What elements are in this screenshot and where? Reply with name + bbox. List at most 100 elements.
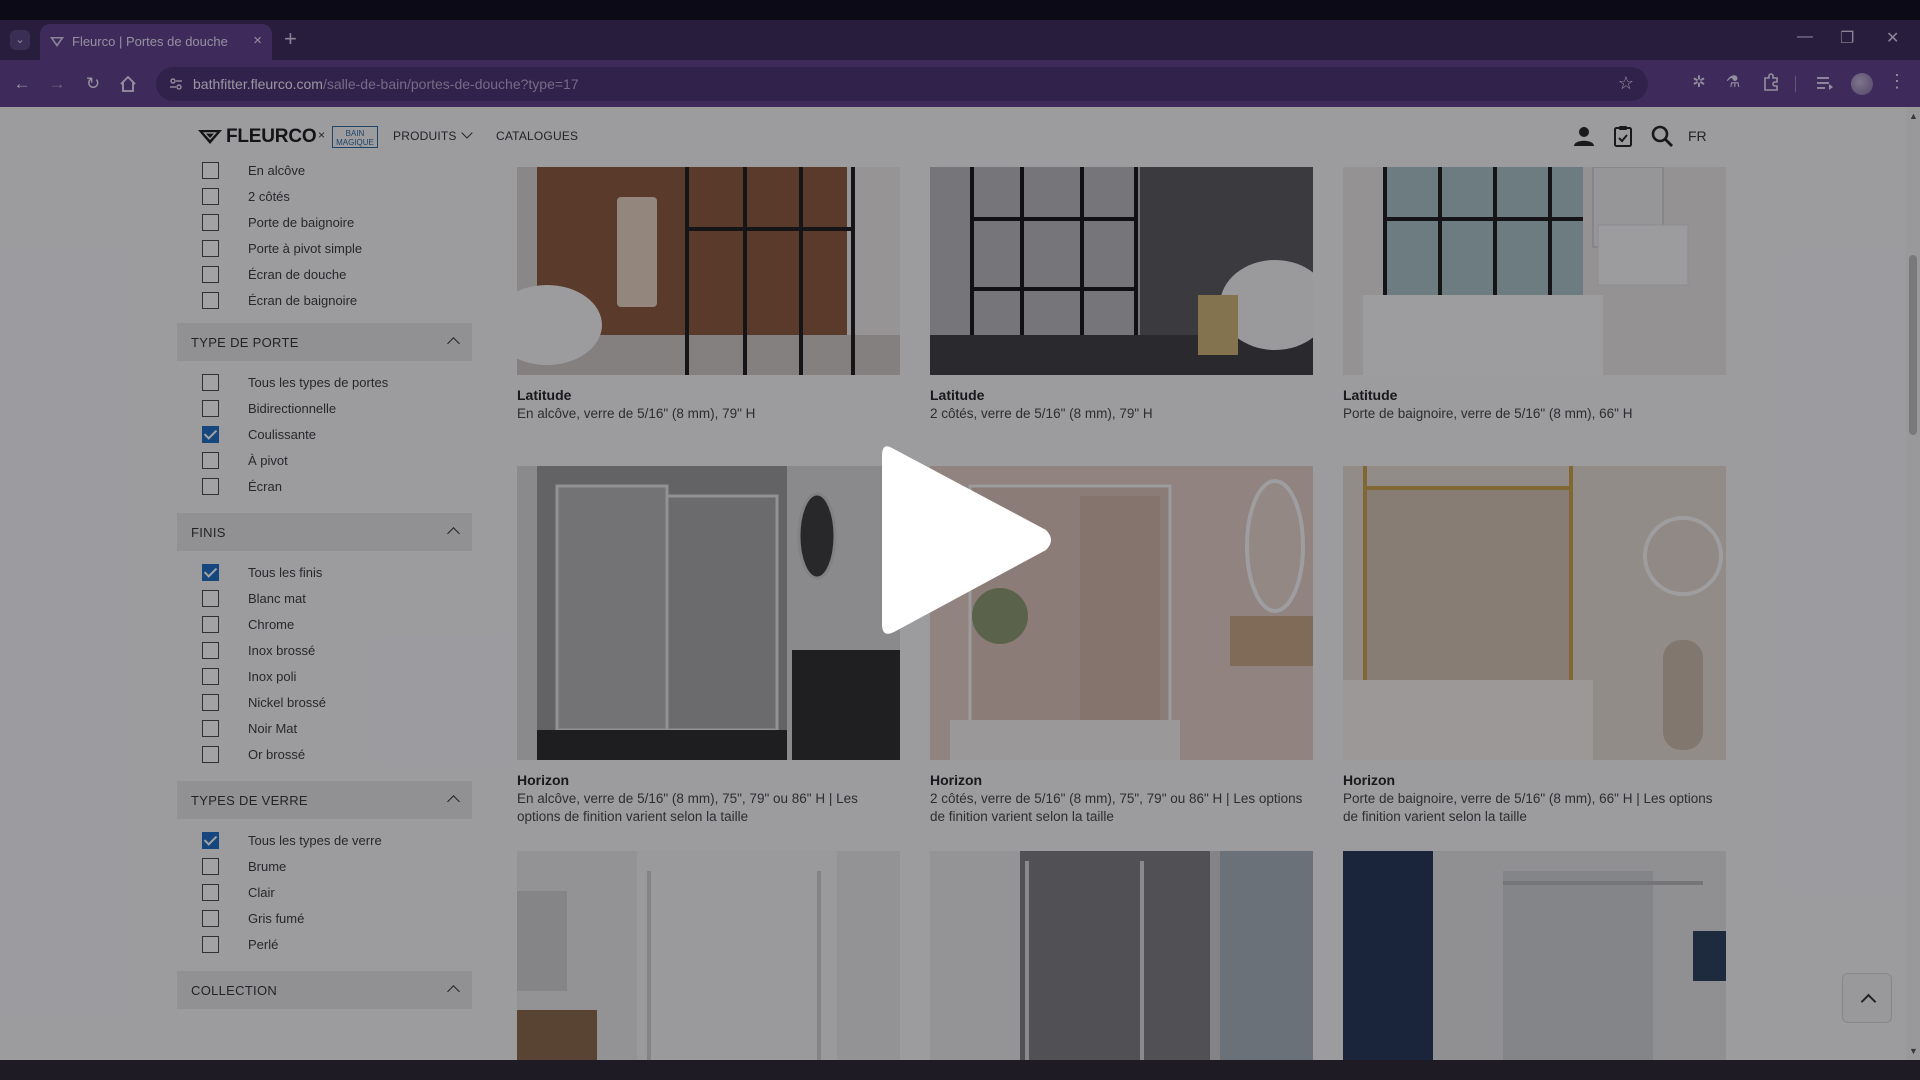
window-close-icon[interactable]: ✕ xyxy=(1886,28,1899,48)
checkbox[interactable] xyxy=(202,400,219,417)
checkbox[interactable] xyxy=(202,884,219,901)
fleurco-logo-mark-icon xyxy=(198,130,222,144)
product-name[interactable]: Latitude xyxy=(930,387,984,403)
filter-section-header[interactable]: TYPE DE PORTE xyxy=(177,323,472,361)
filter-option-label: Écran de baignoire xyxy=(248,293,358,308)
play-icon[interactable] xyxy=(860,430,1060,650)
product-image[interactable] xyxy=(930,851,1313,1060)
checkbox[interactable] xyxy=(202,936,219,953)
filter-section-title: FINIS xyxy=(191,525,226,540)
checkbox[interactable] xyxy=(202,214,219,231)
checkbox[interactable] xyxy=(202,292,219,309)
product-image[interactable] xyxy=(1343,466,1726,760)
filter-section-title: TYPE DE PORTE xyxy=(191,335,299,350)
restore-icon[interactable]: ❐ xyxy=(1840,28,1854,48)
scroll-up-arrow-icon[interactable]: ▲ xyxy=(1909,111,1918,121)
browser-tab-active[interactable]: Fleurco | Portes de douche × xyxy=(40,24,272,60)
product-image[interactable] xyxy=(1343,851,1726,1060)
checkbox[interactable] xyxy=(202,452,219,469)
checkbox-checked[interactable] xyxy=(202,832,219,849)
home-icon[interactable] xyxy=(117,73,139,95)
nav-catalogues[interactable]: CATALOGUES xyxy=(496,129,578,143)
product-image[interactable] xyxy=(930,167,1313,375)
bain-magique-logo: BAIN MAGIQUE xyxy=(332,126,378,148)
minimize-icon[interactable]: — xyxy=(1797,28,1813,46)
checkbox[interactable] xyxy=(202,858,219,875)
product-name[interactable]: Horizon xyxy=(517,772,569,788)
chevron-up-icon xyxy=(447,795,460,808)
tab-search-chevron-icon[interactable]: ⌄ xyxy=(10,30,30,50)
page-scrollbar[interactable]: ▲ ▼ xyxy=(1906,107,1920,1060)
media-playlist-icon[interactable] xyxy=(1814,72,1836,94)
checkbox[interactable] xyxy=(202,910,219,927)
chevron-up-icon xyxy=(447,527,460,540)
site-header: FLEURCO × BAIN MAGIQUE PRODUITS CATALOGU… xyxy=(0,107,1906,167)
product-name[interactable]: Horizon xyxy=(1343,772,1395,788)
checkbox[interactable] xyxy=(202,266,219,283)
nav-produits[interactable]: PRODUITS xyxy=(393,127,473,143)
checkbox-checked[interactable] xyxy=(202,564,219,581)
filter-option-label: Porte de baignoire xyxy=(248,215,355,230)
checkbox[interactable] xyxy=(202,240,219,257)
language-switch[interactable]: FR xyxy=(1688,128,1707,144)
product-name[interactable]: Horizon xyxy=(930,772,982,788)
extensions-puzzle-icon[interactable] xyxy=(1760,72,1782,94)
checkbox[interactable] xyxy=(202,668,219,685)
filter-option-label: 2 côtés xyxy=(248,189,290,204)
scroll-thumb[interactable] xyxy=(1909,255,1917,435)
tab-title: Fleurco | Portes de douche xyxy=(72,34,228,49)
checkbox[interactable] xyxy=(202,590,219,607)
filter-section-title: COLLECTION xyxy=(191,983,278,998)
site-settings-icon[interactable] xyxy=(168,76,184,92)
browser-tab-bar: ⌄ Fleurco | Portes de douche × + — ❐ ✕ xyxy=(0,20,1920,60)
checkbox[interactable] xyxy=(202,478,219,495)
filter-section-header[interactable]: TYPES DE VERRE xyxy=(177,781,472,819)
toolbar-divider xyxy=(1795,76,1796,92)
nav-produits-label: PRODUITS xyxy=(393,129,457,143)
logo-separator: × xyxy=(318,128,326,142)
product-image[interactable] xyxy=(517,167,900,375)
product-name[interactable]: Latitude xyxy=(1343,387,1397,403)
checkbox[interactable] xyxy=(202,746,219,763)
user-account-icon[interactable] xyxy=(1572,124,1596,148)
search-icon[interactable] xyxy=(1650,124,1674,148)
product-name[interactable]: Latitude xyxy=(517,387,571,403)
filter-section-header[interactable]: FINIS xyxy=(177,513,472,551)
product-description: Porte de baignoire, verre de 5/16" (8 mm… xyxy=(1343,406,1633,421)
filter-option-label: Gris fumé xyxy=(248,911,305,926)
filter-option-label: Tous les types de verre xyxy=(248,833,382,848)
bookmark-star-icon[interactable]: ☆ xyxy=(1618,73,1634,94)
filter-section-header[interactable]: COLLECTION xyxy=(177,971,472,1009)
checkbox[interactable] xyxy=(202,374,219,391)
scroll-down-arrow-icon[interactable]: ▼ xyxy=(1909,1046,1918,1056)
tab-close-icon[interactable]: × xyxy=(253,32,262,49)
extension-flask-icon[interactable]: ⚗ xyxy=(1722,72,1744,94)
new-tab-plus-icon[interactable]: + xyxy=(284,26,297,52)
filter-option-label: Brume xyxy=(248,859,287,874)
profile-avatar[interactable] xyxy=(1851,73,1873,95)
filter-option-label: Bidirectionnelle xyxy=(248,401,337,416)
browser-menu-dots-icon[interactable]: ⋮ xyxy=(1888,71,1906,92)
filter-sidebar: En alcôve 2 côtés Porte de baignoire Porte … xyxy=(177,162,472,1060)
address-bar[interactable]: bathfitter.fleurco.com/salle-de-bain/por… xyxy=(156,67,1648,101)
checkbox[interactable] xyxy=(202,642,219,659)
checkbox[interactable] xyxy=(202,694,219,711)
back-to-top-button[interactable] xyxy=(1842,973,1892,1023)
checkbox[interactable] xyxy=(202,162,219,179)
product-image[interactable] xyxy=(517,466,900,760)
checkbox[interactable] xyxy=(202,616,219,633)
product-description: Porte de baignoire, verre de 5/16" (8 mm… xyxy=(1343,791,1713,824)
product-image[interactable] xyxy=(1343,167,1726,375)
clipboard-check-icon[interactable] xyxy=(1611,124,1635,148)
checkbox[interactable] xyxy=(202,188,219,205)
filter-option-label: En alcôve xyxy=(248,163,306,178)
back-arrow-icon[interactable]: ← xyxy=(10,72,34,96)
checkbox[interactable] xyxy=(202,720,219,737)
checkbox-checked[interactable] xyxy=(202,426,219,443)
extension-puzzle-dim-icon[interactable]: ✲ xyxy=(1688,72,1710,94)
product-description: 2 côtés, verre de 5/16" (8 mm), 75", 79"… xyxy=(930,791,1303,824)
reload-icon[interactable]: ↻ xyxy=(81,72,105,96)
forward-arrow-icon[interactable]: → xyxy=(45,72,69,96)
product-image[interactable] xyxy=(517,851,900,1060)
filter-option-label: Coulissante xyxy=(248,427,316,442)
